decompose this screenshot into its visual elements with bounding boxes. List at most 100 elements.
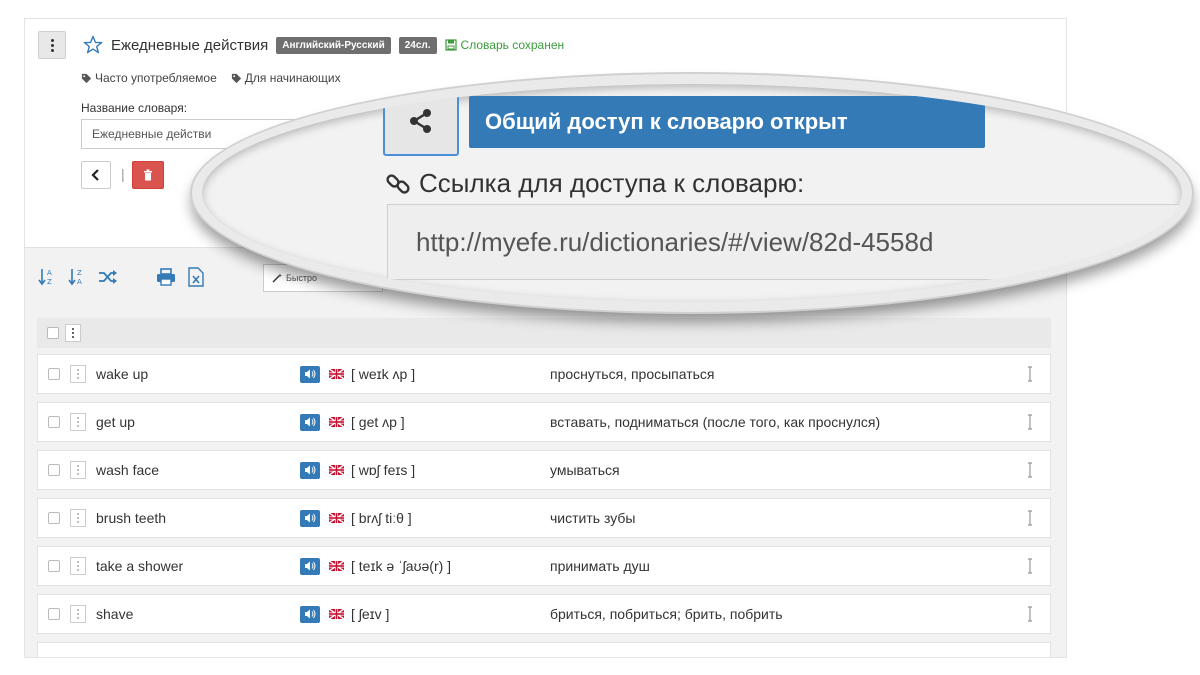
share-status-banner: Общий доступ к словарю открыт: [469, 96, 985, 148]
tag-icon: [231, 73, 241, 83]
saved-status: Словарь сохранен: [444, 38, 565, 52]
table-row: wash face [ wɒʃ feɪs ] умываться: [37, 450, 1051, 490]
tag-item[interactable]: Часто употребляемое: [81, 71, 217, 85]
speaker-icon: [305, 465, 316, 475]
svg-text:A: A: [47, 269, 52, 277]
transcription: [ wɒʃ feɪs ]: [351, 462, 416, 478]
speaker-icon: [305, 369, 316, 379]
drag-handle-icon[interactable]: [1020, 554, 1040, 578]
share-button[interactable]: [383, 86, 459, 156]
trash-icon: [144, 169, 152, 181]
uk-flag-icon: [329, 609, 344, 619]
vertical-dots-icon: [72, 328, 74, 338]
russian-translation: умываться: [550, 462, 620, 478]
chevron-left-icon: [91, 169, 99, 181]
transcription: [ get ʌp ]: [351, 414, 405, 430]
row-menu-button[interactable]: [70, 509, 86, 527]
sort-descending-icon[interactable]: Z A: [67, 266, 89, 288]
svg-text:A: A: [77, 278, 82, 286]
audio-button[interactable]: [300, 557, 320, 575]
floppy-disk-icon: [444, 39, 457, 51]
uk-flag-icon: [329, 465, 344, 475]
word-list-section: A Z Z A Быстро wake up [weɪk ʌp] просн…: [25, 247, 1066, 657]
vertical-dots-icon: [77, 417, 79, 427]
transcription: [ ʃeɪv ]: [351, 606, 390, 622]
table-row: shave [ ʃeɪv ] бриться, побриться; брить…: [37, 594, 1051, 634]
share-link-label-text: Ссылка для доступа к словарю:: [419, 168, 805, 198]
row-menu-button[interactable]: [70, 605, 86, 623]
row-checkbox[interactable]: [48, 560, 60, 572]
russian-translation: бриться, побриться; брить, побрить: [550, 606, 783, 622]
vertical-dots-icon: [77, 609, 79, 619]
divider: |: [121, 166, 125, 182]
back-button[interactable]: [81, 161, 111, 189]
english-word: get up: [96, 414, 135, 430]
star-icon[interactable]: [83, 35, 103, 55]
quick-filter-label: Быстро: [286, 273, 318, 283]
list-header: [37, 318, 1051, 348]
uk-flag-icon: [329, 417, 344, 427]
print-icon[interactable]: [155, 266, 177, 288]
list-menu-button[interactable]: [65, 324, 81, 342]
row-menu-button[interactable]: [70, 413, 86, 431]
russian-translation: вставать, подниматься (после того, как п…: [550, 414, 881, 430]
vertical-dots-icon: [77, 513, 79, 523]
share-link-field[interactable]: http://myefe.ru/dictionaries/#/view/82d-…: [387, 204, 1182, 280]
share-link-label: Ссылка для доступа к словарю:: [385, 168, 804, 199]
english-word: shave: [96, 606, 134, 622]
transcription: [ teɪk ə ˈʃaʊə(r) ]: [351, 558, 452, 574]
transcription: [ brʌʃ tiːθ ]: [351, 510, 412, 526]
row-menu-button[interactable]: [70, 461, 86, 479]
drag-handle-icon[interactable]: [1020, 458, 1040, 482]
word-count-badge: 24сл.: [398, 36, 437, 54]
drag-handle-icon[interactable]: [1020, 410, 1040, 434]
english-word: wash face: [96, 462, 160, 478]
table-row: take a shower [ teɪk ə ˈʃaʊə(r) ] приним…: [37, 546, 1051, 586]
sort-ascending-icon[interactable]: A Z: [37, 266, 59, 288]
row-checkbox[interactable]: [48, 368, 60, 380]
row-checkbox[interactable]: [48, 512, 60, 524]
row-checkbox[interactable]: [48, 464, 60, 476]
language-badge: Английский-Русский: [276, 36, 391, 54]
row-checkbox[interactable]: [48, 416, 60, 428]
vertical-dots-icon: [77, 369, 79, 379]
table-row: [37, 642, 1051, 657]
shuffle-icon[interactable]: [97, 266, 119, 288]
speaker-icon: [305, 417, 316, 427]
russian-translation: чистить зубы: [550, 510, 636, 526]
audio-button[interactable]: [300, 461, 320, 479]
svg-text:Z: Z: [47, 278, 52, 286]
svg-text:Z: Z: [77, 269, 82, 277]
drag-handle-icon[interactable]: [1020, 362, 1040, 386]
russian-translation: проснуться, просыпаться: [550, 366, 715, 382]
saved-status-text: Словарь сохранен: [460, 38, 565, 52]
vertical-dots-icon: [50, 38, 54, 52]
share-icon: [410, 109, 431, 133]
delete-button[interactable]: [132, 161, 164, 189]
drag-handle-icon[interactable]: [1020, 506, 1040, 530]
audio-button[interactable]: [300, 413, 320, 431]
select-all-checkbox[interactable]: [47, 327, 59, 339]
english-word: take a shower: [96, 558, 184, 574]
magnifier-overlay: Общий доступ к словарю открыт Ссылка для…: [192, 74, 1192, 312]
speaker-icon: [305, 513, 316, 523]
dictionary-title: Ежедневные действия: [111, 36, 269, 54]
audio-button[interactable]: [300, 605, 320, 623]
audio-button[interactable]: [300, 509, 320, 527]
excel-export-icon[interactable]: [185, 266, 207, 288]
russian-translation: принимать душ: [550, 558, 650, 574]
drag-handle-icon[interactable]: [1020, 602, 1040, 626]
tag-item[interactable]: Для начинающих: [231, 71, 341, 85]
audio-button[interactable]: [300, 365, 320, 383]
speaker-icon: [305, 609, 316, 619]
tag-label: Для начинающих: [244, 71, 341, 85]
english-word: brush teeth: [96, 510, 167, 526]
vertical-dots-icon: [77, 465, 79, 475]
row-menu-button[interactable]: [70, 557, 86, 575]
row-menu-button[interactable]: [70, 365, 86, 383]
uk-flag-icon: [329, 369, 344, 379]
english-word: wake up: [96, 366, 149, 382]
menu-button[interactable]: [38, 31, 66, 59]
row-checkbox[interactable]: [48, 608, 60, 620]
title-row: Ежедневные действия Английский-Русский 2…: [83, 33, 564, 57]
